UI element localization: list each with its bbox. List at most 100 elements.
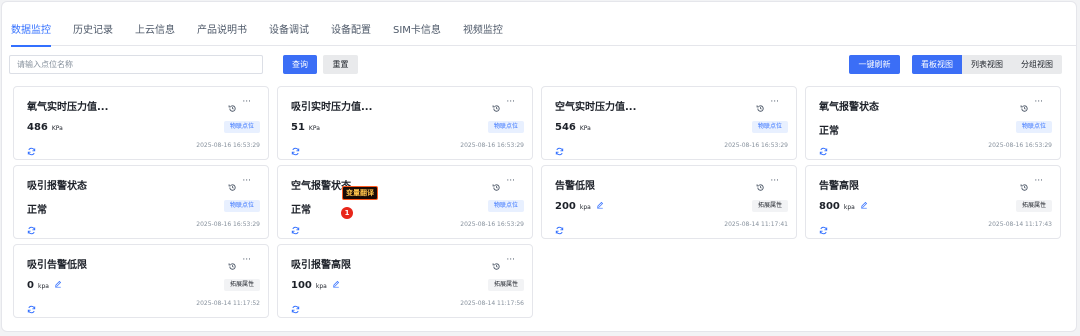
card-tag: 物联点位 — [487, 200, 524, 212]
card-actions: ··· — [228, 256, 251, 270]
refresh-icon[interactable] — [291, 299, 300, 314]
card-value-row: 0 kpa — [27, 280, 62, 291]
card-value: 0 — [27, 280, 34, 291]
card-value-row: 800 kpa — [819, 201, 868, 212]
refresh-icon[interactable] — [27, 299, 36, 314]
history-icon[interactable] — [492, 177, 501, 191]
card-tag: 物联点位 — [751, 121, 788, 133]
history-icon[interactable] — [228, 177, 237, 191]
more-icon[interactable]: ··· — [242, 256, 251, 265]
tab-device-config[interactable]: 设备配置 — [331, 2, 371, 46]
monitor-card: 空气实时压力值... ··· 546 KPa 物联点位 2025-08-16 16:53:… — [541, 86, 797, 160]
card-actions: ··· — [228, 98, 251, 112]
card-title: 吸引实时压力值... — [291, 102, 373, 113]
card-timestamp: 2025-08-16 16:53:29 — [724, 142, 788, 149]
edit-icon[interactable] — [332, 280, 340, 288]
group-view-button[interactable]: 分组视图 — [1012, 55, 1062, 74]
card-timestamp: 2025-08-16 16:53:29 — [988, 142, 1052, 149]
card-value-row: 正常 — [27, 201, 51, 216]
history-icon[interactable] — [492, 256, 501, 270]
refresh-icon[interactable] — [819, 141, 828, 156]
list-view-button[interactable]: 列表视图 — [962, 55, 1012, 74]
card-tag: 拓展属性 — [223, 279, 260, 291]
view-switcher: 看板视图 列表视图 分组视图 — [912, 55, 1062, 74]
history-icon[interactable] — [1020, 177, 1029, 191]
translate-tooltip[interactable]: 变量翻译 — [342, 186, 378, 200]
card-actions: ··· — [756, 98, 779, 112]
card-tag: 物联点位 — [223, 200, 260, 212]
edit-icon[interactable] — [54, 280, 62, 288]
card-unit: kpa — [579, 204, 591, 211]
monitor-card: 氧气实时压力值... ··· 486 KPa 物联点位 2025-08-16 16:53:… — [13, 86, 269, 160]
refresh-icon[interactable] — [27, 141, 36, 156]
tab-data-monitor[interactable]: 数据监控 — [11, 2, 51, 47]
card-title: 吸引报警高限 — [291, 260, 351, 271]
board-view-button[interactable]: 看板视图 — [912, 55, 962, 74]
tab-history[interactable]: 历史记录 — [73, 2, 113, 46]
card-value-row: 546 KPa — [555, 122, 591, 133]
tab-cloud-info[interactable]: 上云信息 — [135, 2, 175, 46]
card-title: 告警低限 — [555, 181, 595, 192]
more-icon[interactable]: ··· — [770, 98, 779, 107]
card-tag: 物联点位 — [223, 121, 260, 133]
history-icon[interactable] — [1020, 98, 1029, 112]
monitor-card: 空气报警状态 ··· 正常 物联点位 2025-08-16 16:53:29 — [277, 165, 533, 239]
more-icon[interactable]: ··· — [242, 98, 251, 107]
monitor-card: 告警低限 ··· 200 kpa 拓展属性 2025-08-14 11:17:41 — [541, 165, 797, 239]
tab-manual[interactable]: 产品说明书 — [197, 2, 247, 46]
refresh-all-button[interactable]: 一键刷新 — [849, 55, 900, 74]
monitor-card: 吸引报警高限 ··· 100 kpa 拓展属性 2025-08-14 11:17:56 — [277, 244, 533, 318]
card-title: 吸引报警状态 — [27, 181, 87, 192]
tab-bar: 数据监控 历史记录 上云信息 产品说明书 设备调试 设备配置 SIM卡信息 视频… — [11, 2, 1077, 47]
history-icon[interactable] — [228, 98, 237, 112]
more-icon[interactable]: ··· — [770, 177, 779, 186]
card-value: 546 — [555, 122, 576, 133]
query-button[interactable]: 查询 — [283, 55, 317, 74]
card-actions: ··· — [492, 98, 515, 112]
card-tag: 物联点位 — [487, 121, 524, 133]
history-icon[interactable] — [756, 177, 765, 191]
more-icon[interactable]: ··· — [1034, 177, 1043, 186]
card-value: 486 — [27, 122, 48, 133]
card-tag: 拓展属性 — [1015, 200, 1052, 212]
more-icon[interactable]: ··· — [506, 177, 515, 186]
card-unit: kpa — [315, 283, 327, 290]
card-unit: kpa — [37, 283, 49, 290]
card-timestamp: 2025-08-14 11:17:56 — [460, 300, 524, 307]
card-value: 正常 — [27, 205, 47, 216]
reset-button[interactable]: 重置 — [323, 55, 358, 74]
refresh-icon[interactable] — [555, 220, 564, 235]
more-icon[interactable]: ··· — [242, 177, 251, 186]
card-value: 正常 — [819, 126, 839, 137]
card-value-row: 486 KPa — [27, 122, 63, 133]
search-input[interactable]: 请输入点位名称 — [9, 55, 263, 74]
refresh-icon[interactable] — [819, 220, 828, 235]
card-value-row: 正常 — [819, 122, 843, 137]
refresh-icon[interactable] — [27, 220, 36, 235]
more-icon[interactable]: ··· — [506, 256, 515, 265]
card-unit: KPa — [579, 125, 591, 132]
history-icon[interactable] — [756, 98, 765, 112]
card-unit: KPa — [308, 125, 320, 132]
refresh-icon[interactable] — [555, 141, 564, 156]
monitor-card: 吸引告警低限 ··· 0 kpa 拓展属性 2025-08-14 11:17:52 — [13, 244, 269, 318]
card-actions: ··· — [492, 177, 515, 191]
tab-video-monitor[interactable]: 视频监控 — [463, 2, 503, 46]
history-icon[interactable] — [228, 256, 237, 270]
card-value: 200 — [555, 201, 576, 212]
edit-icon[interactable] — [596, 201, 604, 209]
more-icon[interactable]: ··· — [506, 98, 515, 107]
refresh-icon[interactable] — [291, 220, 300, 235]
card-title: 氧气报警状态 — [819, 102, 879, 113]
tab-sim-info[interactable]: SIM卡信息 — [393, 2, 441, 46]
history-icon[interactable] — [492, 98, 501, 112]
refresh-icon[interactable] — [291, 141, 300, 156]
tab-device-debug[interactable]: 设备调试 — [269, 2, 309, 46]
card-title: 吸引告警低限 — [27, 260, 87, 271]
more-icon[interactable]: ··· — [1034, 98, 1043, 107]
edit-icon[interactable] — [860, 201, 868, 209]
card-actions: ··· — [756, 177, 779, 191]
monitor-card: 吸引实时压力值... ··· 51 KPa 物联点位 2025-08-16 16:53:2… — [277, 86, 533, 160]
card-tag: 物联点位 — [1015, 121, 1052, 133]
card-actions: ··· — [1020, 177, 1043, 191]
